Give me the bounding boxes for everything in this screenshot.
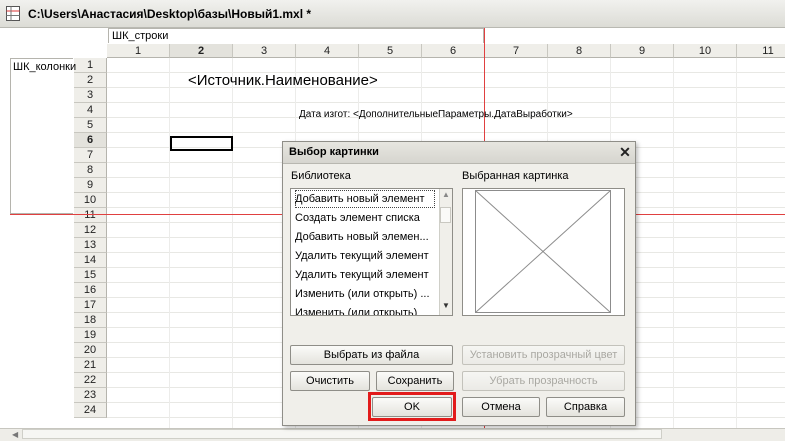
list-item[interactable]: Изменить (или открыть) ... <box>295 285 435 303</box>
row-header[interactable]: 10 <box>74 193 107 208</box>
row-header[interactable]: 15 <box>74 268 107 283</box>
cancel-button[interactable]: Отмена <box>462 397 540 417</box>
column-header[interactable]: 2 <box>170 44 233 58</box>
close-icon[interactable]: ✕ <box>617 144 633 160</box>
cell-production-date[interactable]: Дата изгот: <ДополнительныеПараметры.Дат… <box>299 109 573 120</box>
column-header[interactable]: 6 <box>422 44 485 58</box>
library-scroll-thumb[interactable] <box>440 207 451 223</box>
row-header[interactable]: 23 <box>74 388 107 403</box>
row-header[interactable]: 16 <box>74 283 107 298</box>
list-item[interactable]: Добавить новый элемен... <box>295 228 435 246</box>
spreadsheet-document-icon <box>6 6 20 21</box>
cell-source-name[interactable]: <Источник.Наименование> <box>188 72 378 89</box>
row-header[interactable]: 14 <box>74 253 107 268</box>
column-header[interactable]: 8 <box>548 44 611 58</box>
list-item[interactable]: Удалить текущий элемент <box>295 247 435 265</box>
choose-from-file-button[interactable]: Выбрать из файла <box>290 345 453 365</box>
column-header[interactable]: 3 <box>233 44 296 58</box>
column-header[interactable]: 5 <box>359 44 422 58</box>
row-header[interactable]: 20 <box>74 343 107 358</box>
row-header[interactable]: 11 <box>74 208 107 223</box>
rows-area-label: ШК_строки <box>108 28 484 43</box>
selected-picture-label: Выбранная картинка <box>462 170 569 182</box>
selected-picture-preview <box>462 188 625 316</box>
save-button[interactable]: Сохранить <box>376 371 454 391</box>
window-title-bar: C:\Users\Анастасия\Desktop\базы\Новый1.m… <box>0 0 785 28</box>
library-list[interactable]: Добавить новый элемент Создать элемент с… <box>290 188 453 316</box>
list-item[interactable]: Удалить текущий элемент <box>295 266 435 284</box>
column-header[interactable]: 9 <box>611 44 674 58</box>
row-header[interactable]: 7 <box>74 148 107 163</box>
row-header[interactable]: 5 <box>74 118 107 133</box>
row-header[interactable]: 9 <box>74 178 107 193</box>
row-header[interactable]: 19 <box>74 328 107 343</box>
set-transparent-color-button[interactable]: Установить прозрачный цвет <box>462 345 625 365</box>
row-header[interactable]: 2 <box>74 73 107 88</box>
ok-button-highlight <box>368 392 456 421</box>
row-header[interactable]: 17 <box>74 298 107 313</box>
row-header[interactable]: 8 <box>74 163 107 178</box>
scroll-left-arrow-icon[interactable]: ◀ <box>12 430 18 439</box>
row-header[interactable]: 4 <box>74 103 107 118</box>
row-header[interactable]: 24 <box>74 403 107 418</box>
row-header[interactable]: 1 <box>74 58 107 73</box>
row-header[interactable]: 6 <box>74 133 107 148</box>
row-header[interactable]: 22 <box>74 373 107 388</box>
row-header[interactable]: 21 <box>74 358 107 373</box>
row-header[interactable]: 13 <box>74 238 107 253</box>
dialog-title-bar[interactable]: Выбор картинки ✕ <box>283 142 635 164</box>
remove-transparency-button[interactable]: Убрать прозрачность <box>462 371 625 391</box>
row-header[interactable]: 12 <box>74 223 107 238</box>
dialog-title: Выбор картинки <box>289 146 379 158</box>
scroll-up-arrow-icon[interactable]: ▲ <box>440 190 452 199</box>
selected-cell[interactable] <box>170 136 233 151</box>
empty-picture-placeholder-icon <box>475 190 611 313</box>
column-header[interactable]: 11 <box>737 44 785 58</box>
column-header[interactable]: 10 <box>674 44 737 58</box>
columns-area-label: ШК_колонки <box>10 58 76 214</box>
row-header[interactable]: 3 <box>74 88 107 103</box>
list-item[interactable]: Добавить новый элемент <box>295 190 435 208</box>
row-header[interactable]: 18 <box>74 313 107 328</box>
column-header[interactable]: 7 <box>485 44 548 58</box>
column-header[interactable]: 1 <box>107 44 170 58</box>
column-header[interactable]: 4 <box>296 44 359 58</box>
help-button[interactable]: Справка <box>546 397 625 417</box>
clear-button[interactable]: Очистить <box>290 371 370 391</box>
window-title: C:\Users\Анастасия\Desktop\базы\Новый1.m… <box>28 7 312 21</box>
list-item[interactable]: Создать элемент списка <box>295 209 435 227</box>
choose-picture-dialog: Выбор картинки ✕ Библиотека Выбранная ка… <box>282 141 636 426</box>
scroll-down-arrow-icon[interactable]: ▼ <box>440 301 452 310</box>
library-label: Библиотека <box>291 170 351 182</box>
horizontal-scroll-thumb[interactable] <box>22 429 662 439</box>
list-item[interactable]: Изменить (или открыть) <box>295 304 435 315</box>
